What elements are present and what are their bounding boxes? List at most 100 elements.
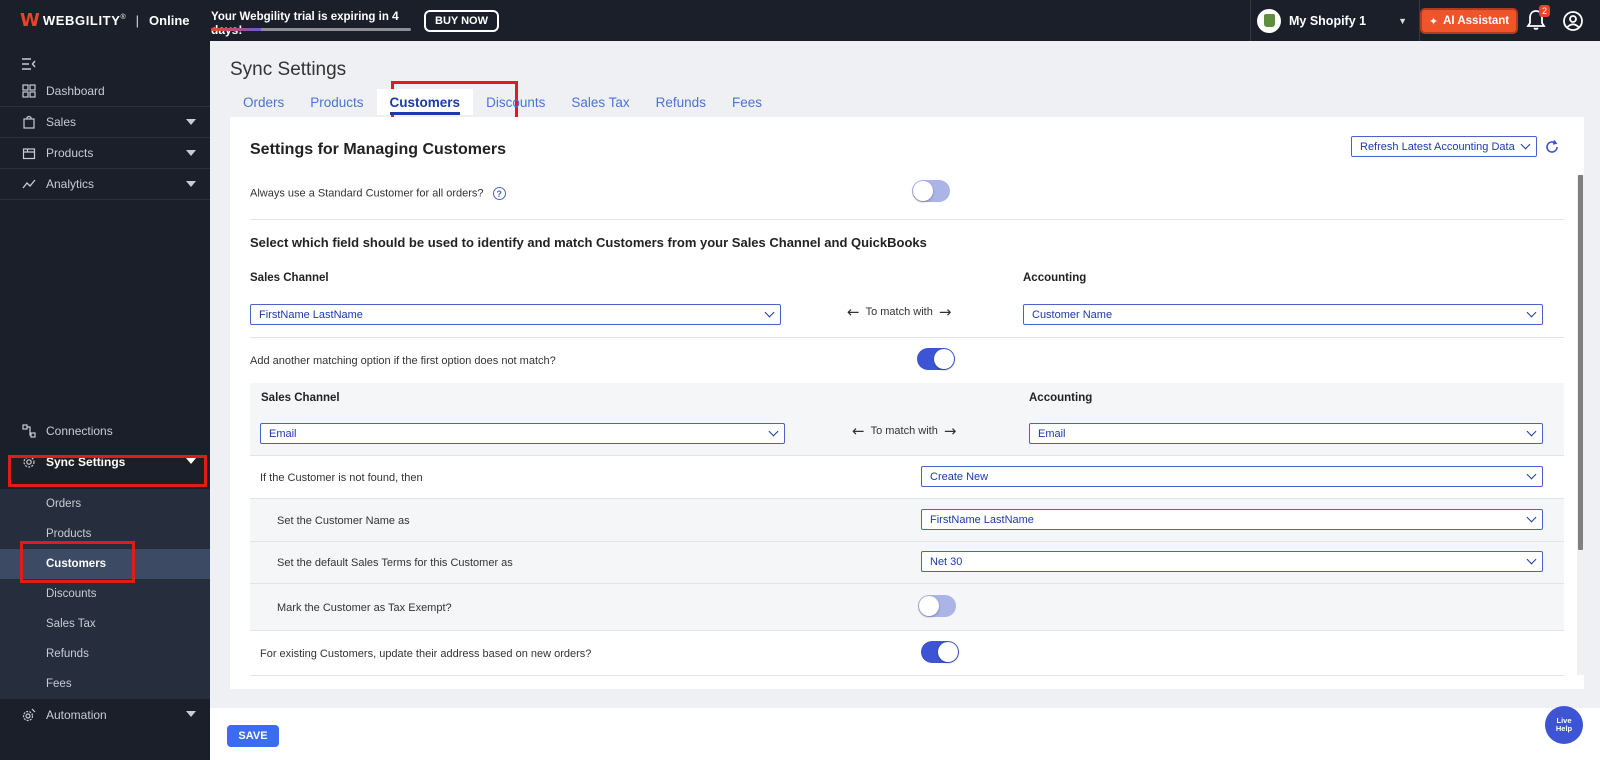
submenu-item-customers[interactable]: Customers xyxy=(0,549,210,579)
secondary-accounting-field-select[interactable]: Email xyxy=(1029,423,1543,444)
to-match-with-label: To match with xyxy=(865,306,933,318)
sidebar-item-products[interactable]: Products xyxy=(0,138,210,169)
chevron-down-icon xyxy=(186,711,196,717)
webgility-logo[interactable]: W WEBGILITY ® | Online xyxy=(0,10,210,31)
sidebar: Dashboard Sales Products Analytics Conne… xyxy=(0,41,210,760)
help-question-icon[interactable]: ? xyxy=(492,187,506,200)
chevron-down-icon xyxy=(1526,307,1537,318)
submenu-item-products[interactable]: Products xyxy=(0,519,210,549)
collapse-menu-icon[interactable] xyxy=(22,57,38,71)
chevron-down-icon xyxy=(768,426,779,437)
sales-channel-label: Sales Channel xyxy=(250,272,329,284)
secondary-sales-channel-field-select[interactable]: Email xyxy=(260,423,785,444)
primary-sales-channel-field-select[interactable]: FirstName LastName xyxy=(250,304,781,325)
shopify-icon xyxy=(1257,8,1281,33)
sidebar-item-label: Connections xyxy=(46,423,113,438)
tab-orders[interactable]: Orders xyxy=(230,89,297,115)
chevron-down-icon xyxy=(1526,426,1537,437)
to-match-with-indicator: ← To match with → xyxy=(847,303,951,321)
submenu-item-orders[interactable]: Orders xyxy=(0,489,210,519)
tab-customers[interactable]: Customers xyxy=(376,89,474,115)
scrollbar-thumb[interactable] xyxy=(1578,175,1583,550)
sidebar-item-connections[interactable]: Connections xyxy=(0,415,210,446)
notification-bell-icon[interactable]: 2 xyxy=(1526,5,1551,33)
submenu-item-refunds[interactable]: Refunds xyxy=(0,639,210,669)
customers-settings-panel: Settings for Managing Customers Refresh … xyxy=(230,117,1584,689)
another-option-label: Add another matching option if the first… xyxy=(250,355,556,367)
shopping-bag-icon xyxy=(23,115,35,129)
sidebar-item-label: Sync Settings xyxy=(46,454,126,469)
chevron-down-icon xyxy=(1526,512,1537,523)
sidebar-item-dashboard[interactable]: Dashboard xyxy=(0,76,210,107)
primary-accounting-field-select[interactable]: Customer Name xyxy=(1023,304,1543,325)
brand-registered: ® xyxy=(120,14,126,21)
store-selector[interactable]: My Shopify 1 ▼ xyxy=(1250,0,1420,41)
panel-scrollbar[interactable] xyxy=(1577,175,1584,675)
user-account-icon[interactable] xyxy=(1562,10,1584,32)
submenu-item-label: Refunds xyxy=(46,648,89,660)
brand-name: WEBGILITY xyxy=(42,13,121,28)
chevron-down-icon xyxy=(186,119,196,125)
match-section-title: Select which field should be used to ide… xyxy=(250,235,927,250)
ai-assistant-button[interactable]: ✦ AI Assistant xyxy=(1420,8,1518,34)
another-matching-option-toggle[interactable] xyxy=(917,348,955,370)
analytics-chart-icon xyxy=(22,179,36,189)
secondary-match-area xyxy=(250,383,1564,455)
tax-exempt-label: Mark the Customer as Tax Exempt? xyxy=(277,602,452,614)
standard-customer-row: Always use a Standard Customer for all o… xyxy=(250,187,506,200)
submenu-item-sales-tax[interactable]: Sales Tax xyxy=(0,609,210,639)
sidebar-item-automation[interactable]: Automation xyxy=(0,699,210,730)
divider xyxy=(250,219,1564,220)
secondary-accounting-label: Accounting xyxy=(1029,392,1093,404)
webgility-w-icon: W xyxy=(20,10,40,31)
sidebar-item-label: Automation xyxy=(46,707,107,722)
tax-exempt-toggle[interactable] xyxy=(918,595,956,617)
tab-discounts[interactable]: Discounts xyxy=(473,89,558,115)
update-address-label: For existing Customers, update their add… xyxy=(260,648,592,660)
live-help-button[interactable]: Live Help xyxy=(1545,706,1583,744)
select-value: Create New xyxy=(930,470,989,483)
tab-refunds[interactable]: Refunds xyxy=(643,89,719,115)
accounting-label: Accounting xyxy=(1023,272,1087,284)
page-title: Sync Settings xyxy=(230,59,347,80)
sales-terms-select[interactable]: Net 30 xyxy=(921,551,1543,572)
customer-not-found-label: If the Customer is not found, then xyxy=(260,472,423,484)
brand-edition: Online xyxy=(149,13,190,28)
submenu-item-fees[interactable]: Fees xyxy=(0,669,210,699)
submenu-item-discounts[interactable]: Discounts xyxy=(0,579,210,609)
sidebar-item-label: Dashboard xyxy=(46,84,105,98)
sidebar-item-label: Sales xyxy=(46,115,77,129)
connections-icon xyxy=(22,423,36,438)
submenu-item-label: Sales Tax xyxy=(46,618,96,630)
customer-not-found-action-select[interactable]: Create New xyxy=(921,466,1543,487)
refresh-accounting-data-select[interactable]: Refresh Latest Accounting Data xyxy=(1351,136,1537,157)
arrow-left-icon: ← xyxy=(847,303,860,321)
save-button[interactable]: SAVE xyxy=(227,725,279,747)
buy-now-button[interactable]: BUY NOW xyxy=(424,10,499,32)
update-address-toggle[interactable] xyxy=(921,641,959,663)
select-value: Customer Name xyxy=(1032,308,1113,321)
tab-fees[interactable]: Fees xyxy=(719,89,775,115)
standard-customer-toggle[interactable] xyxy=(912,180,950,202)
sparkle-icon: ✦ xyxy=(1428,14,1439,28)
section-title: Settings for Managing Customers xyxy=(250,141,507,158)
chevron-down-icon xyxy=(1520,139,1531,150)
chevron-down-icon xyxy=(186,458,196,464)
chevron-down-icon xyxy=(1526,469,1537,480)
sidebar-item-sync-settings[interactable]: Sync Settings xyxy=(0,446,210,477)
store-name: My Shopify 1 xyxy=(1289,13,1367,28)
to-match-with-label: To match with xyxy=(870,425,938,437)
chevron-down-icon xyxy=(1526,554,1537,565)
chevron-down-icon xyxy=(186,181,196,187)
submenu-item-label: Orders xyxy=(46,498,82,510)
standard-customer-label: Always use a Standard Customer for all o… xyxy=(250,187,484,200)
divider xyxy=(250,675,1564,676)
sidebar-item-sales[interactable]: Sales xyxy=(0,107,210,138)
divider xyxy=(250,337,1564,338)
customer-name-select[interactable]: FirstName LastName xyxy=(921,509,1543,530)
tab-sales-tax[interactable]: Sales Tax xyxy=(558,89,642,115)
refresh-icon[interactable] xyxy=(1544,139,1560,155)
automation-gear-icon xyxy=(22,708,36,721)
sidebar-item-analytics[interactable]: Analytics xyxy=(0,169,210,200)
tab-products[interactable]: Products xyxy=(297,89,376,115)
